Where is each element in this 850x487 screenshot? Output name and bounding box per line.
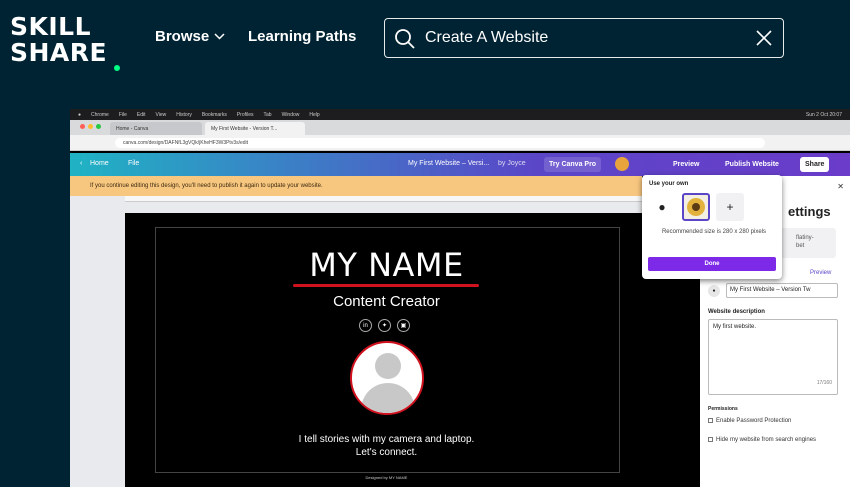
- search-icon[interactable]: [393, 27, 417, 51]
- instagram-icon: ▣: [397, 319, 410, 332]
- twitter-icon: ✦: [378, 319, 391, 332]
- logo-line-1: SKILL: [10, 12, 92, 41]
- canva-home: Home: [90, 160, 109, 167]
- canvas-area: MY NAME Content Creator in ✦ ▣ I tell st…: [70, 196, 648, 487]
- avatar: [615, 157, 629, 171]
- tagline-line-2: Let's connect.: [355, 447, 418, 458]
- browser-tabbar: Home - Canva My First Website - Version …: [70, 120, 850, 135]
- skillshare-logo[interactable]: SKILL SHARE: [10, 10, 120, 71]
- sunflower-icon: [687, 198, 705, 216]
- permissions-label: Permissions: [708, 406, 738, 412]
- canva-file: File: [128, 160, 140, 167]
- popup-title: Use your own: [649, 181, 689, 187]
- favicon-popup: Use your own ● + Recommended size is 280…: [642, 175, 782, 279]
- apple-icon: ●: [78, 111, 82, 118]
- browser-tab: Home - Canva: [110, 122, 202, 135]
- menu-item: Bookmarks: [201, 111, 227, 118]
- preview-link: Preview: [810, 270, 832, 276]
- publish-warning-banner: If you continue editing this design, you…: [70, 176, 642, 196]
- tagline-line-1: I tell stories with my camera and laptop…: [298, 434, 475, 445]
- chevron-down-icon: [214, 33, 225, 40]
- menu-item: Help: [309, 111, 320, 118]
- nav-browse-label: Browse: [155, 28, 210, 45]
- video-player[interactable]: ● Chrome File Edit View History Bookmark…: [70, 109, 850, 487]
- search-input[interactable]: Create A Website: [425, 29, 548, 47]
- nav-learning-paths[interactable]: Learning Paths: [248, 28, 356, 45]
- nav-browse[interactable]: Browse: [155, 28, 225, 45]
- try-pro-button: Try Canva Pro: [544, 157, 602, 172]
- canva-toolbar: ‹ Home File My First Website – Versi... …: [70, 153, 850, 176]
- close-icon[interactable]: [755, 29, 773, 47]
- menu-item: Profiles: [236, 111, 254, 118]
- design-title: MY NAME: [309, 246, 464, 284]
- menu-item: Edit: [136, 111, 146, 118]
- linkedin-icon: in: [359, 319, 372, 332]
- window-controls: [80, 124, 101, 129]
- logo-dot: [114, 65, 120, 71]
- url-text: canva.com/design/DAFNfL3gVQk/jKheHF3W3Pt…: [115, 138, 765, 148]
- search-bar[interactable]: Create A Website: [384, 18, 784, 58]
- browser-tab-active: My First Website - Version T...: [205, 122, 305, 135]
- mac-menubar: ● Chrome File Edit View History Bookmark…: [70, 109, 850, 120]
- website-title-field: My First Website – Version Tw: [726, 283, 838, 298]
- social-icons: in ✦ ▣: [359, 319, 410, 332]
- hide-option-label: Hide my website from search engines: [716, 437, 817, 443]
- canva-doc-title: My First Website – Versi...: [408, 160, 490, 167]
- recommended-size-text: Recommended size is 280 x 280 pixels: [661, 229, 767, 235]
- menu-item: Chrome: [91, 111, 109, 118]
- menu-item: File: [118, 111, 127, 118]
- mac-clock: Sun 2 Oct 20:07: [805, 111, 842, 118]
- settings-heading: ettings: [788, 204, 831, 219]
- design-subtitle: Content Creator: [333, 293, 440, 310]
- preview-button: Preview: [673, 161, 700, 168]
- add-favicon-option: +: [716, 193, 744, 221]
- browser-address-bar: canva.com/design/DAFNfL3gVQk/jKheHF3W3Pt…: [70, 135, 850, 151]
- hide-option: Hide my website from search engines: [708, 435, 838, 445]
- website-design: MY NAME Content Creator in ✦ ▣ I tell st…: [125, 213, 648, 487]
- favicon-icon: ●: [708, 285, 720, 297]
- description-label: Website description: [708, 309, 765, 315]
- close-icon: ✕: [837, 182, 844, 191]
- password-option: Enable Password Protection: [708, 418, 791, 424]
- profile-placeholder: [350, 341, 424, 415]
- menu-item: History: [176, 111, 192, 118]
- share-button: Share: [800, 157, 830, 172]
- ruler: [125, 196, 642, 202]
- password-option-label: Enable Password Protection: [716, 418, 792, 425]
- name-fragment: flatiny-: [796, 235, 814, 241]
- done-button: Done: [648, 257, 776, 271]
- design-tagline: I tell stories with my camera and laptop…: [125, 433, 648, 459]
- description-count: 17/160: [816, 380, 832, 386]
- canva-doc-owner: by Joyce: [498, 160, 526, 167]
- name-fragment: bet: [796, 243, 805, 249]
- menu-item: View: [155, 111, 167, 118]
- menu-item: Window: [281, 111, 300, 118]
- design-credit: Designed by MY NAME: [365, 475, 408, 480]
- default-favicon-option: ●: [658, 200, 666, 214]
- title-underline: [293, 284, 479, 287]
- sunflower-favicon-option: [682, 193, 710, 221]
- back-icon: ‹: [80, 160, 83, 167]
- menu-item: Tab: [263, 111, 272, 118]
- publish-button: Publish Website: [725, 161, 779, 168]
- logo-line-2: SHARE: [10, 38, 108, 67]
